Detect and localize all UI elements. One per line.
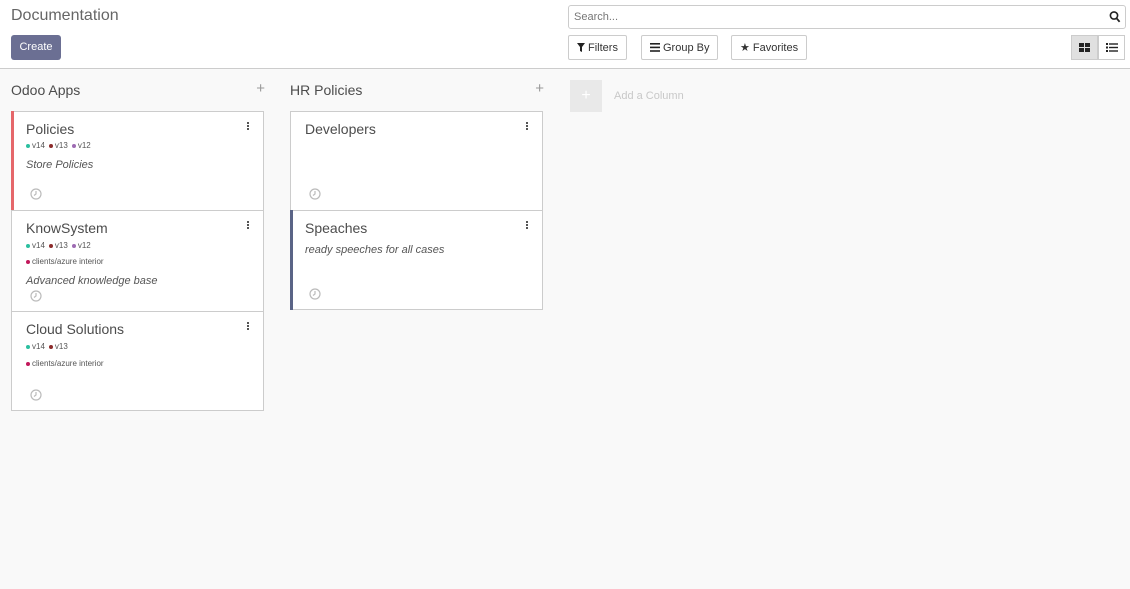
favorites-button[interactable]: ★ Favorites xyxy=(731,35,808,60)
card-tags: v14 v13 v12 xyxy=(26,141,91,150)
list-icon xyxy=(1105,43,1118,52)
card-description: Advanced knowledge base xyxy=(26,275,158,287)
card-dropdown-icon[interactable] xyxy=(526,122,529,131)
filters-button[interactable]: Filters xyxy=(568,35,627,60)
add-card-plus-icon[interactable]: + xyxy=(256,80,265,97)
search-input[interactable] xyxy=(569,6,1089,28)
control-panel: Documentation Create Filters Group By ★ … xyxy=(0,0,1130,69)
kanban-view-button[interactable] xyxy=(1071,35,1098,60)
add-column-plus-icon[interactable]: + xyxy=(570,80,602,112)
add-column-label[interactable]: Add a Column xyxy=(614,90,684,102)
clock-icon[interactable] xyxy=(30,188,42,200)
card-tags: v14 v13 xyxy=(26,342,68,351)
star-icon: ★ xyxy=(740,42,750,54)
card-description: ready speeches for all cases xyxy=(305,244,445,256)
card-dropdown-icon[interactable] xyxy=(247,122,250,131)
tag-v13: v13 xyxy=(48,141,68,150)
list-view-button[interactable] xyxy=(1098,35,1125,60)
kanban-card-policies[interactable]: Policies v14 v13 v12 Store Policies xyxy=(11,111,264,211)
card-title: Policies xyxy=(26,121,75,137)
search-box[interactable] xyxy=(568,5,1126,29)
card-title: Cloud Solutions xyxy=(26,321,125,337)
group-by-label: Group By xyxy=(663,41,710,54)
card-description: Store Policies xyxy=(26,159,94,171)
card-title: Developers xyxy=(305,121,376,137)
group-by-button[interactable]: Group By xyxy=(641,35,719,60)
kanban-grid-icon xyxy=(1079,43,1090,52)
column-title[interactable]: HR Policies xyxy=(290,82,362,98)
tag-v13: v13 xyxy=(48,241,68,250)
filter-icon xyxy=(577,43,585,52)
card-tags-clients: clients/azure interior xyxy=(26,257,104,266)
card-tags: v14 v13 v12 xyxy=(26,241,91,250)
clock-icon[interactable] xyxy=(309,288,321,300)
tag-v12: v12 xyxy=(71,141,91,150)
card-title: KnowSystem xyxy=(26,220,108,236)
kanban-card-speaches[interactable]: Speaches ready speeches for all cases xyxy=(290,210,543,310)
card-dropdown-icon[interactable] xyxy=(526,221,529,230)
tag-client: clients/azure interior xyxy=(26,257,104,266)
card-color-accent xyxy=(290,210,293,310)
tag-v12: v12 xyxy=(71,241,91,250)
filters-label: Filters xyxy=(588,41,618,54)
add-card-plus-icon[interactable]: + xyxy=(535,80,544,97)
search-icon[interactable] xyxy=(1109,10,1121,24)
create-button[interactable]: Create xyxy=(11,35,61,60)
card-tags-clients: clients/azure interior xyxy=(26,359,104,368)
column-header: HR Policies + xyxy=(290,80,544,100)
tag-v13: v13 xyxy=(48,342,68,351)
card-color-accent xyxy=(11,111,14,211)
clock-icon[interactable] xyxy=(30,290,42,302)
kanban-card-developers[interactable]: Developers xyxy=(290,111,543,211)
clock-icon[interactable] xyxy=(309,188,321,200)
card-dropdown-icon[interactable] xyxy=(247,221,250,230)
tag-v14: v14 xyxy=(26,342,45,351)
tag-v14: v14 xyxy=(26,141,45,150)
column-header: Odoo Apps + xyxy=(11,80,265,100)
card-title: Speaches xyxy=(305,220,368,236)
card-dropdown-icon[interactable] xyxy=(247,322,250,331)
tag-v14: v14 xyxy=(26,241,45,250)
kanban-card-cloud-solutions[interactable]: Cloud Solutions v14 v13 clients/azure in… xyxy=(11,311,264,411)
tag-client: clients/azure interior xyxy=(26,359,104,368)
column-title[interactable]: Odoo Apps xyxy=(11,82,80,98)
favorites-label: Favorites xyxy=(752,41,799,54)
page-title: Documentation xyxy=(11,7,119,24)
clock-icon[interactable] xyxy=(30,389,42,401)
add-column-area: + Add a Column xyxy=(570,80,790,112)
kanban-card-knowsystem[interactable]: KnowSystem v14 v13 v12 clients/azure int… xyxy=(11,210,264,312)
bars-icon xyxy=(650,43,660,52)
